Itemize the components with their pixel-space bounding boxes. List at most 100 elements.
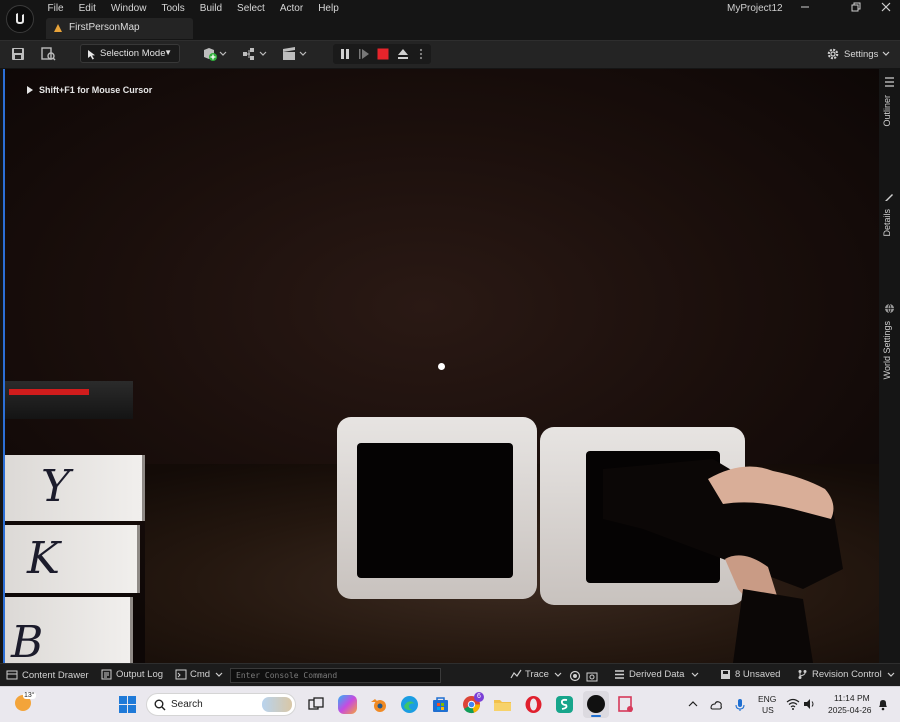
minimize-button[interactable] xyxy=(790,0,820,18)
tab-details[interactable]: Details xyxy=(882,209,892,237)
letter-b: B xyxy=(11,617,44,663)
taskbar-search[interactable]: Search xyxy=(146,693,296,716)
output-log-button[interactable]: Output Log xyxy=(101,669,163,680)
revision-control-dropdown[interactable]: Revision Control xyxy=(797,669,896,680)
edge-icon[interactable] xyxy=(400,695,419,714)
crosshair xyxy=(438,363,445,370)
tab-world-settings[interactable]: World Settings xyxy=(882,321,892,379)
menu-file[interactable]: File xyxy=(40,1,71,17)
unsaved-button[interactable]: 8 Unsaved xyxy=(720,669,780,680)
tab-outliner[interactable]: Outliner xyxy=(882,95,892,127)
record-icon[interactable] xyxy=(569,670,581,682)
letter-block-b: B xyxy=(5,597,133,663)
onedrive-icon[interactable] xyxy=(709,698,723,712)
microphone-icon[interactable] xyxy=(734,698,746,712)
trace-icon xyxy=(510,669,522,679)
chevron-down-icon: ▼ xyxy=(164,48,172,57)
play-controls xyxy=(333,44,431,64)
file-explorer-icon[interactable] xyxy=(493,695,512,714)
stop-icon[interactable] xyxy=(376,47,390,61)
windows-start-icon[interactable] xyxy=(119,696,136,713)
show-hidden-icons-icon[interactable] xyxy=(688,699,698,709)
mouse-cursor-hint: Shift+F1 for Mouse Cursor xyxy=(27,85,152,95)
menu-bar: File Edit Window Tools Build Select Acto… xyxy=(40,1,346,17)
task-view-icon[interactable] xyxy=(308,697,324,713)
menu-window[interactable]: Window xyxy=(103,1,154,17)
menu-help[interactable]: Help xyxy=(311,1,347,17)
step-frame-icon[interactable] xyxy=(357,47,371,61)
trace-label: Trace xyxy=(525,669,549,680)
snipping-tool-icon[interactable] xyxy=(617,695,636,714)
gear-icon xyxy=(827,48,839,60)
menu-tools[interactable]: Tools xyxy=(154,1,192,17)
console-command-input[interactable]: Enter Console Command xyxy=(230,668,441,683)
menu-actor[interactable]: Actor xyxy=(272,1,310,17)
status-bar: Content Drawer Output Log Cmd Enter Cons… xyxy=(0,663,900,687)
chevron-down-icon xyxy=(692,672,699,677)
search-highlight-icon xyxy=(262,697,292,712)
main-toolbar: Selection Mode ▼ Settings xyxy=(0,40,900,68)
app-s-icon[interactable] xyxy=(555,695,574,714)
settings-label: Settings xyxy=(844,48,879,60)
restore-button[interactable] xyxy=(841,0,871,18)
unreal-logo-icon[interactable] xyxy=(6,5,34,33)
cmd-label: Cmd xyxy=(190,669,211,680)
screenshot-icon[interactable] xyxy=(586,670,598,682)
search-label: Search xyxy=(171,699,203,710)
chrome-badge: 6 xyxy=(474,692,484,702)
content-drawer-label: Content Drawer xyxy=(22,669,89,681)
menu-select[interactable]: Select xyxy=(230,1,273,17)
cmd-dropdown[interactable]: Cmd xyxy=(175,669,224,680)
save-icon[interactable] xyxy=(10,46,26,62)
outliner-icon[interactable] xyxy=(884,77,895,87)
trace-dropdown[interactable]: Trace xyxy=(510,669,563,680)
menu-edit[interactable]: Edit xyxy=(71,1,103,17)
tab-label: FirstPersonMap xyxy=(69,22,140,33)
volume-icon[interactable] xyxy=(803,698,816,710)
unsaved-label: 8 Unsaved xyxy=(735,669,781,680)
selection-mode-label: Selection Mode xyxy=(100,48,166,59)
content-drawer-button[interactable]: Content Drawer xyxy=(6,669,89,681)
derived-data-dropdown[interactable]: Derived Data xyxy=(614,669,700,680)
clock-date: 2025-04-26 xyxy=(828,705,872,715)
content-drawer-icon xyxy=(6,670,18,680)
selection-mode-dropdown[interactable]: Selection Mode ▼ xyxy=(80,44,180,63)
pencil-icon[interactable] xyxy=(884,191,895,202)
browse-icon[interactable] xyxy=(40,46,56,62)
derived-data-label: Derived Data xyxy=(629,669,685,680)
windows-taskbar: 13° Search 6 ENG US 11:14 PM 2025-04-26 xyxy=(0,686,900,722)
red-light-strip xyxy=(9,389,89,395)
microsoft-store-icon[interactable] xyxy=(431,695,450,714)
tab-firstpersonmap[interactable]: FirstPersonMap xyxy=(46,18,193,39)
add-actor-icon[interactable] xyxy=(202,46,230,62)
unsaved-icon xyxy=(721,670,730,679)
search-icon xyxy=(154,699,166,711)
unreal-engine-icon xyxy=(587,695,605,713)
more-options-icon[interactable] xyxy=(417,47,425,61)
title-bar: File Edit Window Tools Build Select Acto… xyxy=(0,0,900,40)
eject-icon[interactable] xyxy=(396,47,410,61)
settings-button[interactable]: Settings xyxy=(826,45,891,63)
letter-block-y: Y xyxy=(5,455,145,521)
language-indicator[interactable]: ENG xyxy=(758,694,776,704)
copilot-icon[interactable] xyxy=(338,695,357,714)
notifications-icon[interactable] xyxy=(877,698,889,711)
pause-icon[interactable] xyxy=(338,47,352,61)
level-viewport[interactable]: Shift+F1 for Mouse Cursor Y K B xyxy=(3,69,879,663)
cursor-icon xyxy=(88,50,95,60)
project-name: MyProject12 xyxy=(727,3,783,14)
blueprint-icon[interactable] xyxy=(242,46,270,62)
opera-icon[interactable] xyxy=(524,695,543,714)
globe-icon[interactable] xyxy=(884,303,895,314)
blender-icon[interactable] xyxy=(369,695,388,714)
clock-time[interactable]: 11:14 PM xyxy=(834,693,870,703)
menu-build[interactable]: Build xyxy=(192,1,229,17)
close-button[interactable] xyxy=(871,0,900,18)
side-panel: Outliner Details World Settings xyxy=(879,69,900,663)
chevron-down-icon xyxy=(554,672,562,677)
chevron-down-icon xyxy=(215,672,223,677)
unreal-taskbar-button[interactable] xyxy=(583,691,609,718)
weather-temp: 13° xyxy=(23,692,36,699)
cinematics-icon[interactable] xyxy=(282,46,310,62)
wifi-icon[interactable] xyxy=(786,698,800,710)
